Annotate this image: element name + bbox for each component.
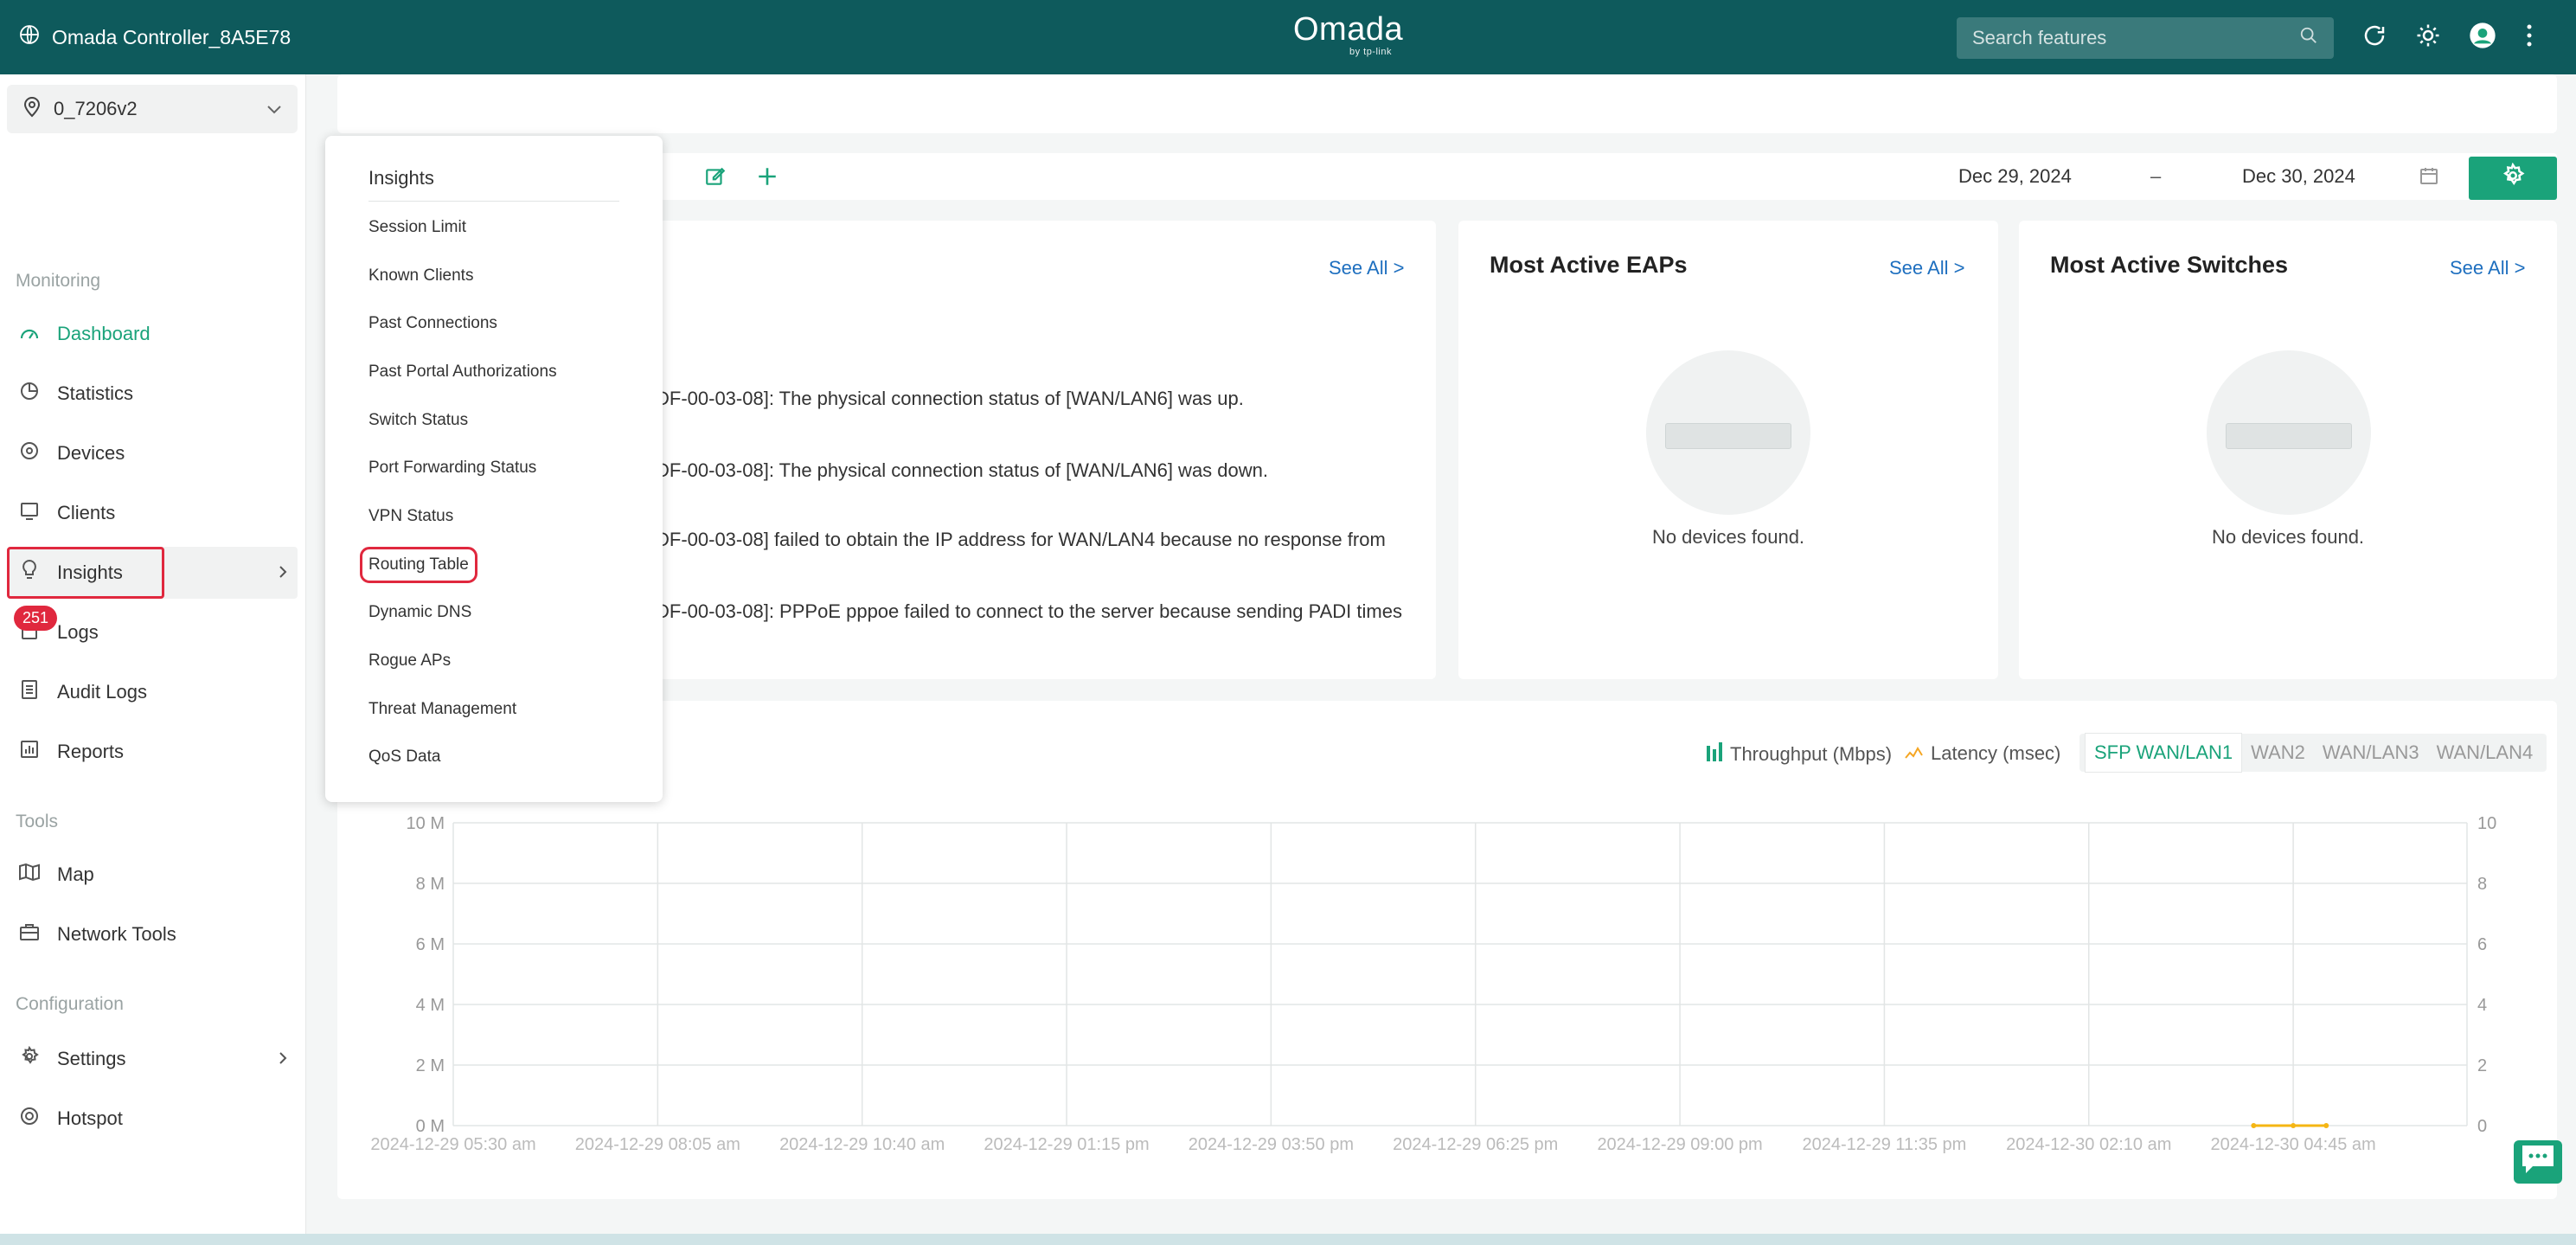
x-axis-tick-label: 2024-12-29 03:50 pm: [1189, 1135, 1354, 1154]
menu-item-qos-data[interactable]: QoS Data: [368, 748, 440, 767]
insights-menu-title: Insights: [368, 167, 434, 189]
y-axis-tick-label: 6 M: [416, 935, 445, 954]
latency-data-point: [2251, 1123, 2257, 1128]
menu-item-past-connections[interactable]: Past Connections: [368, 314, 497, 333]
latency-data-point: [2291, 1123, 2297, 1128]
y2-axis-tick-label: 10: [2477, 814, 2496, 833]
menu-item-rogue-aps[interactable]: Rogue APs: [368, 651, 451, 671]
menu-item-vpn-status[interactable]: VPN Status: [368, 507, 453, 526]
menu-item-switch-status[interactable]: Switch Status: [368, 411, 468, 430]
x-axis-tick-label: 2024-12-29 08:05 am: [575, 1135, 740, 1154]
menu-item-port-forwarding-status[interactable]: Port Forwarding Status: [368, 459, 536, 478]
bottom-status-strip: [0, 1234, 2576, 1245]
menu-item-dynamic-dns[interactable]: Dynamic DNS: [368, 603, 471, 622]
chat-bubble-icon: [2519, 1142, 2557, 1182]
y2-axis-tick-label: 8: [2477, 875, 2487, 894]
menu-item-session-limit[interactable]: Session Limit: [368, 218, 466, 237]
x-axis-tick-label: 2024-12-29 10:40 am: [779, 1135, 945, 1154]
menu-item-known-clients[interactable]: Known Clients: [368, 266, 473, 286]
y-axis-tick-label: 8 M: [416, 875, 445, 894]
y-axis-tick-label: 0 M: [416, 1117, 445, 1136]
y-axis-tick-label: 4 M: [416, 996, 445, 1015]
y2-axis-tick-label: 0: [2477, 1117, 2487, 1136]
x-axis-tick-label: 2024-12-29 01:15 pm: [984, 1135, 1149, 1154]
menu-item-past-portal-authorizations[interactable]: Past Portal Authorizations: [368, 363, 557, 382]
x-axis-tick-label: 2024-12-30 02:10 am: [2006, 1135, 2171, 1154]
x-axis-tick-label: 2024-12-29 05:30 am: [370, 1135, 535, 1154]
y2-axis-tick-label: 4: [2477, 996, 2487, 1015]
chat-support-button[interactable]: [2514, 1140, 2562, 1184]
y-axis-tick-label: 2 M: [416, 1056, 445, 1075]
logs-count-badge: 251: [14, 606, 58, 631]
x-axis-tick-label: 2024-12-29 06:25 pm: [1393, 1135, 1558, 1154]
y-axis-tick-label: 10 M: [407, 814, 445, 833]
insights-dropdown-menu: Insights Session Limit Known Clients Pas…: [325, 136, 663, 802]
y2-axis-tick-label: 6: [2477, 935, 2487, 954]
menu-item-routing-table[interactable]: Routing Table: [360, 547, 477, 583]
menu-item-threat-management[interactable]: Threat Management: [368, 700, 516, 719]
insights-menu-divider: [368, 201, 619, 202]
x-axis-tick-label: 2024-12-30 04:45 am: [2210, 1135, 2375, 1154]
latency-data-point: [2323, 1123, 2329, 1128]
x-axis-tick-label: 2024-12-29 09:00 pm: [1597, 1135, 1762, 1154]
x-axis-tick-label: 2024-12-29 11:35 pm: [1803, 1135, 1967, 1154]
y2-axis-tick-label: 2: [2477, 1056, 2487, 1075]
